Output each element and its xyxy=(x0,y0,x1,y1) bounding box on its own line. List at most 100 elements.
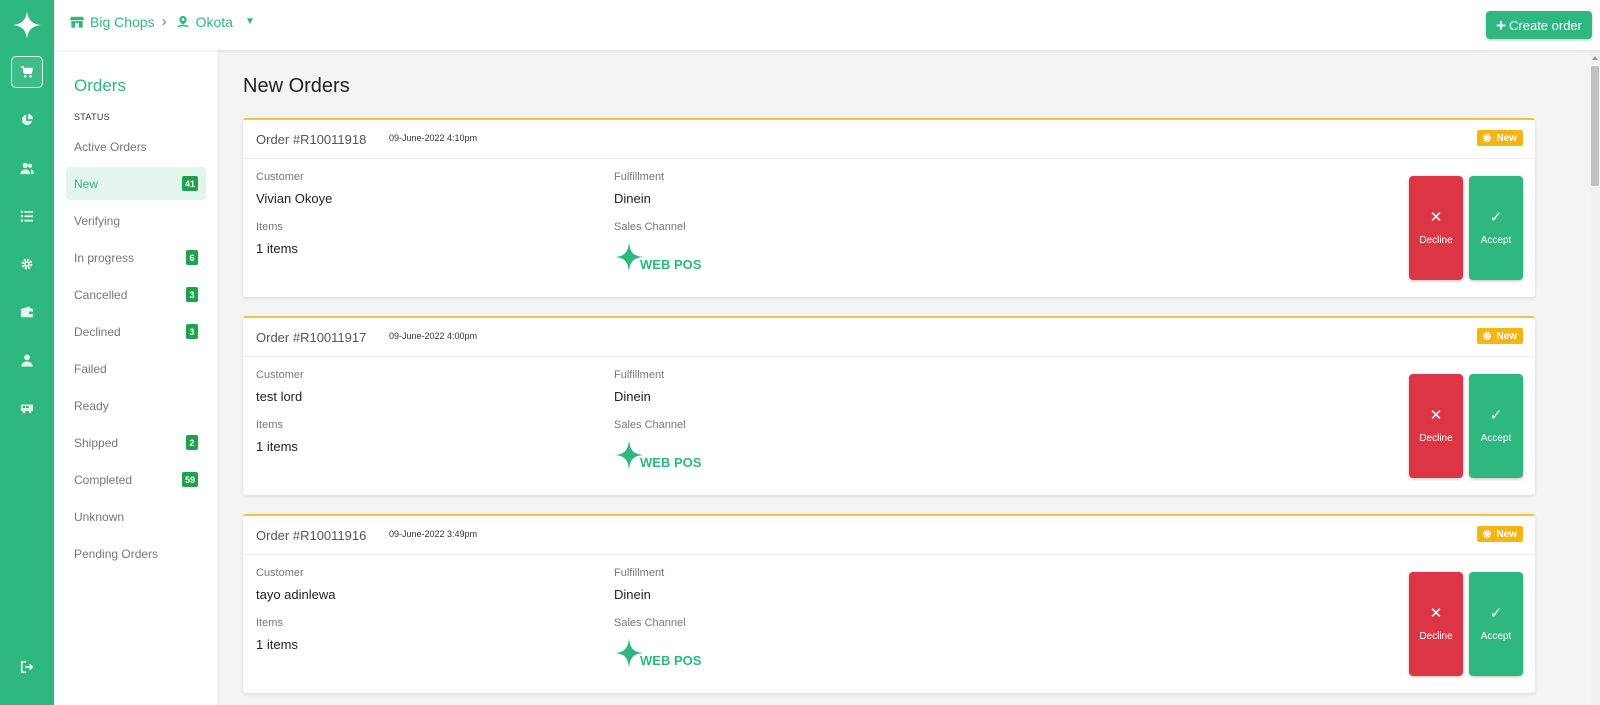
check-icon: ✓ xyxy=(1489,407,1503,424)
nav-logout[interactable] xyxy=(11,651,43,683)
count-badge: 6 xyxy=(186,250,198,265)
main-content: New Orders Order #R10011918 09-June-2022… xyxy=(219,50,1557,705)
sales-channel-label: Sales Channel xyxy=(614,617,686,629)
list-icon xyxy=(20,210,34,222)
customer-label: Customer xyxy=(256,171,304,183)
sidebar-item-label: Unknown xyxy=(74,509,125,524)
caret-down-icon[interactable]: ▼ xyxy=(245,16,255,27)
order-card-header: Order #R10011916 09-June-2022 3:49pm New xyxy=(243,516,1535,555)
accept-button[interactable]: ✓ Accept xyxy=(1469,374,1523,478)
sidebar-item-label: Verifying xyxy=(74,213,121,228)
nav-settings[interactable] xyxy=(11,248,43,280)
sidebar-item-label: Failed xyxy=(74,361,107,376)
sidebar-item-pending-orders[interactable]: Pending Orders xyxy=(66,537,206,570)
sidebar-item-label: New xyxy=(74,176,99,191)
sales-channel-value: WEB POS xyxy=(640,257,702,272)
order-number[interactable]: Order #R10011916 xyxy=(256,528,366,543)
logout-icon xyxy=(20,660,34,674)
fulfillment-value: Dinein xyxy=(614,191,651,206)
accept-button[interactable]: ✓ Accept xyxy=(1469,176,1523,280)
sidebar-item-label: Completed xyxy=(74,472,133,487)
order-date: 09-June-2022 4:10pm xyxy=(389,133,478,143)
gear-icon xyxy=(1483,133,1492,143)
sidebar-item-ready[interactable]: Ready xyxy=(66,389,206,422)
sidebar-item-shipped[interactable]: Shipped 2 xyxy=(66,426,206,459)
sidebar-item-label: Ready xyxy=(74,398,109,413)
gear-icon xyxy=(1483,331,1492,341)
customer-label: Customer xyxy=(256,567,304,579)
sidebar-item-cancelled[interactable]: Cancelled 3 xyxy=(66,278,206,311)
sidebar-item-new[interactable]: New 41 xyxy=(66,167,206,200)
fulfillment-value: Dinein xyxy=(614,587,651,602)
nav-profile[interactable] xyxy=(11,344,43,376)
gear-icon xyxy=(1483,529,1492,539)
nav-orders[interactable] xyxy=(11,56,43,88)
order-number[interactable]: Order #R10011918 xyxy=(256,132,366,147)
customer-name: Vivian Okoye xyxy=(256,191,333,206)
status-badge: New xyxy=(1477,328,1523,344)
nav-delivery[interactable] xyxy=(11,392,43,424)
items-count: 1 items xyxy=(256,439,298,454)
location-name[interactable]: Okota xyxy=(196,14,233,30)
items-count: 1 items xyxy=(256,637,298,652)
check-icon: ✓ xyxy=(1489,209,1503,226)
sidebar-item-label: In progress xyxy=(74,250,135,265)
items-label: Items xyxy=(256,617,283,629)
accept-button[interactable]: ✓ Accept xyxy=(1469,572,1523,676)
count-badge: 3 xyxy=(186,287,198,302)
vertical-scrollbar[interactable] xyxy=(1590,50,1600,705)
order-card: Order #R10011916 09-June-2022 3:49pm New… xyxy=(243,514,1535,693)
order-card-header: Order #R10011917 09-June-2022 4:00pm New xyxy=(243,318,1535,357)
fulfillment-label: Fulfillment xyxy=(614,567,665,579)
decline-button[interactable]: ✕ Decline xyxy=(1409,374,1463,478)
sales-channel-value: WEB POS xyxy=(640,455,702,470)
nav-analytics[interactable] xyxy=(11,104,43,136)
accept-label: Accept xyxy=(1480,433,1512,444)
store-name[interactable]: Big Chops xyxy=(90,14,155,30)
count-badge: 2 xyxy=(186,435,198,450)
status-badge-label: New xyxy=(1496,528,1517,540)
sidebar-item-verifying[interactable]: Verifying xyxy=(66,204,206,237)
orders-sidebar: Orders STATUS Active Orders New 41 Verify… xyxy=(54,50,219,705)
truck-icon xyxy=(20,404,34,414)
nav-wallet[interactable] xyxy=(11,296,43,328)
customer-label: Customer xyxy=(256,369,304,381)
close-icon: ✕ xyxy=(1429,407,1443,424)
items-label: Items xyxy=(256,419,283,431)
pie-chart-icon xyxy=(21,113,34,126)
decline-label: Decline xyxy=(1419,631,1453,642)
decline-button[interactable]: ✕ Decline xyxy=(1409,572,1463,676)
create-order-button[interactable]: + Create order xyxy=(1486,11,1592,39)
cart-icon xyxy=(20,66,34,78)
scrollbar-thumb[interactable] xyxy=(1591,66,1599,186)
users-icon xyxy=(20,162,34,175)
sidebar-item-failed[interactable]: Failed xyxy=(66,352,206,385)
status-badge-label: New xyxy=(1496,330,1517,342)
order-number[interactable]: Order #R10011917 xyxy=(256,330,366,345)
count-badge: 41 xyxy=(181,176,198,191)
location-pin-icon xyxy=(176,15,189,27)
customer-name: test lord xyxy=(256,389,303,404)
close-icon: ✕ xyxy=(1429,209,1443,226)
order-card: Order #R10011918 09-June-2022 4:10pm New… xyxy=(243,118,1535,297)
sales-channel-logo: WEB POS xyxy=(614,439,701,471)
sidebar-item-unknown[interactable]: Unknown xyxy=(66,500,206,533)
nav-list[interactable] xyxy=(11,200,43,232)
store-icon xyxy=(70,16,84,28)
order-date: 09-June-2022 3:49pm xyxy=(389,529,478,539)
top-bar: Big Chops › Okota ▼ + Create order xyxy=(54,0,1600,50)
sidebar-item-active-orders[interactable]: Active Orders xyxy=(66,130,206,163)
sidebar-item-completed[interactable]: Completed 59 xyxy=(66,463,206,496)
scroll-up-arrow-icon[interactable] xyxy=(1592,56,1598,60)
sales-channel-value: WEB POS xyxy=(640,653,702,668)
breadcrumb: Big Chops › Okota ▼ xyxy=(70,13,255,30)
sidebar-item-in-progress[interactable]: In progress 6 xyxy=(66,241,206,274)
order-date: 09-June-2022 4:00pm xyxy=(389,331,478,341)
sidebar-item-declined[interactable]: Declined 3 xyxy=(66,315,206,348)
sales-channel-label: Sales Channel xyxy=(614,221,686,233)
decline-button[interactable]: ✕ Decline xyxy=(1409,176,1463,280)
nav-customers[interactable] xyxy=(11,152,43,184)
status-badge: New xyxy=(1477,130,1523,146)
status-badge-label: New xyxy=(1496,132,1517,144)
accept-label: Accept xyxy=(1480,631,1512,642)
